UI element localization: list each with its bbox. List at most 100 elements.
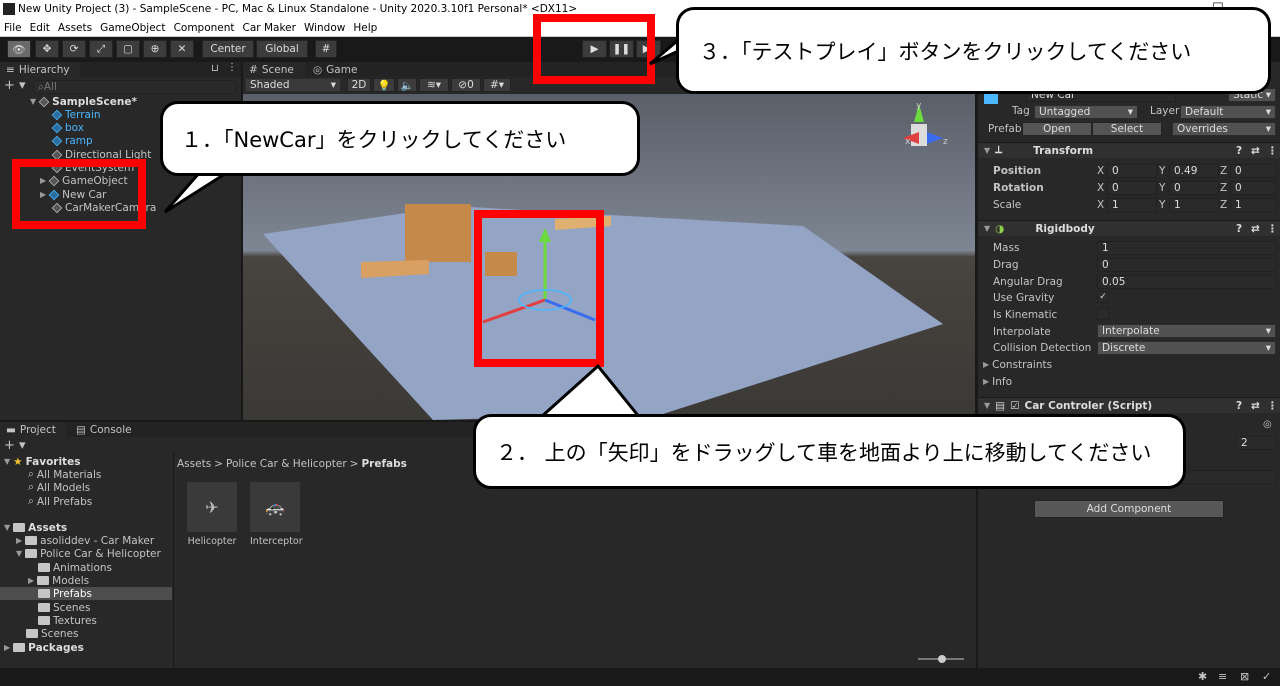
create-add-icon[interactable]: + ▾ — [4, 438, 26, 453]
component-menu-icon[interactable]: ⋮ — [1267, 145, 1278, 157]
favorite-all-materials[interactable]: ⌕ All Materials — [28, 468, 101, 481]
menu-gameobject[interactable]: GameObject — [96, 20, 169, 34]
interpolate-dropdown[interactable]: Interpolate ▾ — [1097, 324, 1276, 338]
menu-window[interactable]: Window — [300, 20, 349, 34]
effects-toggle-icon[interactable]: ≋▾ — [419, 78, 449, 92]
script-enabled-checkbox[interactable]: ☑ — [1010, 400, 1019, 412]
transform-tool-icon[interactable]: ⊕ — [143, 40, 167, 58]
script-value-field[interactable]: 2 — [1236, 436, 1276, 450]
audio-toggle-icon[interactable]: 🔈 — [397, 78, 417, 92]
position-z-field[interactable]: 0 — [1230, 164, 1276, 178]
drag-field[interactable]: 0 — [1097, 258, 1276, 272]
prefab-overrides-dropdown[interactable]: Overrides ▾ — [1172, 122, 1276, 136]
menu-edit[interactable]: Edit — [26, 20, 54, 34]
folder-textures[interactable]: Textures — [38, 614, 97, 627]
custom-tool-icon[interactable]: ✕ — [170, 40, 194, 58]
tab-scene[interactable]: # Scene — [243, 62, 305, 77]
folder-prefabs[interactable]: Prefabs — [38, 587, 92, 600]
create-add-icon[interactable]: + ▾ — [4, 78, 26, 93]
progress-ok-icon[interactable]: ✓ — [1262, 670, 1271, 683]
2d-toggle-button[interactable]: 2D — [347, 78, 371, 92]
asset-interceptor[interactable]: 🚓 Interceptor — [250, 482, 303, 548]
lighting-toggle-icon[interactable]: 💡 — [373, 78, 395, 92]
breadcrumb-prefabs[interactable]: Prefabs — [361, 458, 406, 470]
help-icon[interactable]: ? — [1236, 223, 1242, 235]
orientation-gizmo-z[interactable] — [927, 132, 943, 144]
folder-scenes[interactable]: Scenes — [26, 627, 78, 640]
position-x-field[interactable]: 0 — [1107, 164, 1157, 178]
rect-tool-icon[interactable]: ▢ — [116, 40, 140, 58]
constraints-foldout[interactable]: ▶ Constraints — [983, 358, 1052, 371]
tab-console[interactable]: ▤ Console — [70, 422, 140, 437]
preset-icon[interactable]: ⇄ — [1251, 145, 1260, 157]
thumbnail-size-slider[interactable] — [918, 655, 964, 663]
pivot-global-button[interactable]: Global — [256, 40, 308, 58]
folder-asoliddev[interactable]: ▶ asoliddev - Car Maker — [16, 534, 154, 547]
hierarchy-search-input[interactable]: ⌕ All — [33, 80, 236, 94]
position-y-field[interactable]: 0.49 — [1169, 164, 1219, 178]
layer-dropdown[interactable]: Default ▾ — [1180, 105, 1276, 119]
hierarchy-item-terrain[interactable]: Terrain — [51, 108, 101, 121]
pivot-center-button[interactable]: Center — [202, 40, 254, 58]
folder-models[interactable]: ▶ Models — [28, 574, 89, 587]
kebab-menu-icon[interactable]: ⋮ — [227, 62, 237, 73]
script-field[interactable] — [1180, 470, 1276, 484]
shading-mode-dropdown[interactable]: Shaded ▾ — [245, 78, 341, 92]
assets-folder[interactable]: ▼ Assets — [4, 521, 67, 534]
scale-x-field[interactable]: 1 — [1107, 198, 1157, 212]
lock-icon[interactable]: ⊔ — [211, 63, 219, 74]
move-tool-icon[interactable]: ✥ — [35, 40, 59, 58]
breadcrumb-assets[interactable]: Assets — [177, 458, 211, 470]
add-component-button[interactable]: Add Component — [1034, 500, 1224, 518]
scene-root-row[interactable]: ▼ SampleScene* — [30, 95, 137, 108]
info-foldout[interactable]: ▶ Info — [983, 375, 1012, 388]
cache-server-icon[interactable]: ≡ — [1218, 670, 1227, 683]
menu-component[interactable]: Component — [170, 20, 239, 34]
rotation-z-field[interactable]: 0 — [1230, 181, 1276, 195]
is-kinematic-checkbox[interactable] — [1097, 308, 1109, 320]
menu-file[interactable]: File — [0, 20, 26, 34]
favorite-all-prefabs[interactable]: ⌕ All Prefabs — [28, 495, 92, 508]
rotate-tool-icon[interactable]: ⟳ — [62, 40, 86, 58]
transform-header[interactable]: ▼ ⟂ Transform? ⇄ ⋮ — [978, 142, 1280, 158]
scale-z-field[interactable]: 1 — [1230, 198, 1276, 212]
prefab-open-button[interactable]: Open — [1022, 122, 1092, 136]
scale-y-field[interactable]: 1 — [1169, 198, 1219, 212]
rotation-y-field[interactable]: 0 — [1169, 181, 1219, 195]
rotation-x-field[interactable]: 0 — [1107, 181, 1157, 195]
debug-bug-icon[interactable]: ✱ — [1198, 670, 1207, 683]
help-icon[interactable]: ? — [1236, 400, 1242, 412]
tag-dropdown[interactable]: Untagged ▾ — [1034, 105, 1138, 119]
auto-generate-lighting-icon[interactable]: ⊠ — [1240, 670, 1249, 683]
asset-helicopter[interactable]: ✈ Helicopter — [187, 482, 237, 548]
collision-detection-dropdown[interactable]: Discrete ▾ — [1097, 341, 1276, 355]
folder-police-car[interactable]: ▼ Police Car & Helicopter — [16, 547, 161, 560]
hierarchy-item-box[interactable]: box — [51, 121, 84, 134]
menu-assets[interactable]: Assets — [54, 20, 96, 34]
script-header[interactable]: ▼ ▤ ☑ Car Controler (Script)? ⇄ ⋮ — [978, 397, 1280, 413]
scale-tool-icon[interactable]: ⤢ — [89, 40, 113, 58]
prefab-select-button[interactable]: Select — [1092, 122, 1162, 136]
grid-toggle-icon[interactable]: #▾ — [483, 78, 511, 92]
preset-icon[interactable]: ⇄ — [1251, 223, 1260, 235]
preset-icon[interactable]: ⇄ — [1251, 400, 1260, 412]
breadcrumb-police-car[interactable]: Police Car & Helicopter — [226, 458, 347, 470]
help-icon[interactable]: ? — [1236, 145, 1242, 157]
target-icon[interactable]: ◎ — [1263, 419, 1272, 430]
hierarchy-item-ramp[interactable]: ramp — [51, 134, 93, 147]
menu-car-maker[interactable]: Car Maker — [239, 20, 300, 34]
slider-handle[interactable] — [938, 655, 946, 663]
angular-drag-field[interactable]: 0.05 — [1097, 275, 1276, 289]
tab-hierarchy[interactable]: ≡ Hierarchy — [0, 62, 80, 77]
folder-animations[interactable]: Animations — [38, 561, 112, 574]
component-menu-icon[interactable]: ⋮ — [1267, 400, 1278, 412]
tab-game[interactable]: ◎ Game — [307, 62, 367, 77]
mass-field[interactable]: 1 — [1097, 241, 1276, 255]
packages-folder[interactable]: ▶ Packages — [4, 641, 84, 654]
tab-project[interactable]: ▬ Project — [0, 422, 66, 437]
component-menu-icon[interactable]: ⋮ — [1267, 223, 1278, 235]
menu-help[interactable]: Help — [349, 20, 381, 34]
folder-scenes-sub[interactable]: Scenes — [38, 601, 90, 614]
hidden-objects-toggle[interactable]: ⊘ 0 — [451, 78, 481, 92]
grid-snap-icon[interactable]: # — [315, 40, 337, 58]
